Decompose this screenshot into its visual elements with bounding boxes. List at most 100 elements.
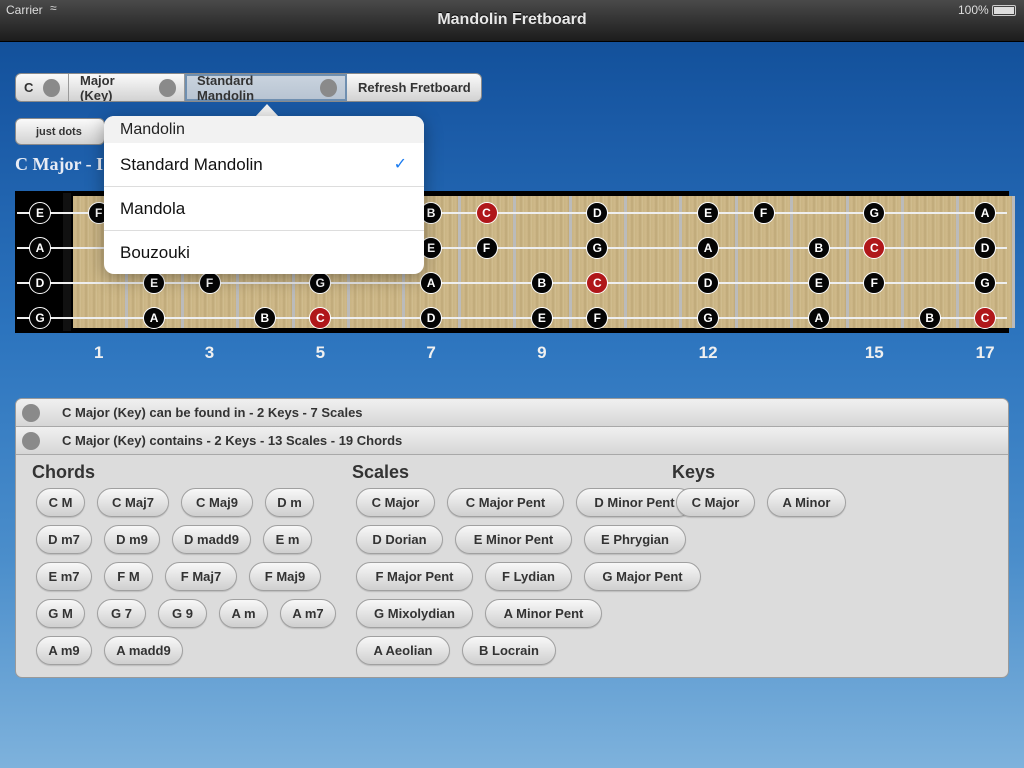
- chord-button[interactable]: G 7: [97, 599, 146, 628]
- scale-button[interactable]: G Major Pent: [584, 562, 701, 591]
- note-dot[interactable]: D: [974, 237, 997, 259]
- note-dot[interactable]: B: [918, 307, 941, 329]
- instrument-selector[interactable]: Standard Mandolin: [185, 74, 347, 101]
- popover-header: Mandolin: [104, 116, 424, 143]
- chord-button[interactable]: F Maj9: [249, 562, 321, 591]
- fretboard-heading: C Major - I: [15, 154, 104, 174]
- note-dot[interactable]: A: [807, 307, 830, 329]
- fret-cell: [627, 196, 680, 328]
- key-selector[interactable]: C: [16, 74, 69, 101]
- chord-button[interactable]: G 9: [158, 599, 207, 628]
- popover-item-label: Mandola: [120, 199, 186, 218]
- options-segmented-control: C Major (Key) Standard Mandolin Refresh …: [15, 73, 482, 102]
- scale-button[interactable]: D Dorian: [356, 525, 443, 554]
- mode-label: Major (Key): [80, 73, 115, 102]
- note-dot[interactable]: A: [974, 202, 997, 224]
- fret-wire: [1011, 196, 1015, 328]
- refresh-fretboard-button[interactable]: Refresh Fretboard: [347, 74, 481, 101]
- open-string-note[interactable]: D: [29, 272, 51, 294]
- info-panel: C Major (Key) can be found in - 2 Keys -…: [15, 398, 1009, 678]
- chord-button[interactable]: A m9: [36, 636, 92, 665]
- string-line: [17, 317, 1007, 319]
- chords-heading: Chords: [32, 462, 95, 482]
- key-toggle-icon: [43, 78, 60, 97]
- key-button[interactable]: A Minor: [767, 488, 846, 517]
- chord-button[interactable]: D madd9: [172, 525, 251, 554]
- chord-button[interactable]: F M: [104, 562, 153, 591]
- chord-button[interactable]: C Maj7: [97, 488, 169, 517]
- popover-item-mandola[interactable]: Mandola: [104, 187, 424, 231]
- note-dot[interactable]: A: [143, 307, 166, 329]
- contains-row[interactable]: C Major (Key) contains - 2 Keys - 13 Sca…: [16, 427, 1008, 455]
- chord-button[interactable]: A m: [219, 599, 268, 628]
- root-note-dot[interactable]: C: [974, 307, 997, 329]
- keys-heading: Keys: [672, 462, 716, 482]
- open-string-note[interactable]: E: [29, 202, 51, 224]
- scale-button[interactable]: B Locrain: [462, 636, 556, 665]
- scale-button[interactable]: A Minor Pent: [485, 599, 602, 628]
- chord-button[interactable]: E m7: [36, 562, 92, 591]
- scale-button[interactable]: C Major Pent: [447, 488, 564, 517]
- fret-number: 15: [864, 343, 884, 362]
- note-dot[interactable]: E: [530, 307, 553, 329]
- scales-column: Scales: [351, 462, 409, 489]
- scale-button[interactable]: F Major Pent: [356, 562, 473, 591]
- note-dot[interactable]: F: [752, 202, 775, 224]
- fret-number: 5: [315, 343, 326, 362]
- open-string-note[interactable]: G: [29, 307, 51, 329]
- note-dot[interactable]: F: [198, 272, 221, 294]
- instrument-popover: Mandolin Standard Mandolin ✓ Mandola Bou…: [104, 116, 424, 274]
- scale-button[interactable]: F Lydian: [485, 562, 572, 591]
- found-in-row[interactable]: C Major (Key) can be found in - 2 Keys -…: [16, 399, 1008, 427]
- checkmark-icon: ✓: [393, 156, 407, 173]
- expand-icon: [22, 403, 40, 422]
- note-dot[interactable]: F: [475, 237, 498, 259]
- note-dot[interactable]: A: [697, 237, 720, 259]
- scale-button[interactable]: A Aeolian: [356, 636, 450, 665]
- key-button[interactable]: C Major: [676, 488, 755, 517]
- root-note-dot[interactable]: C: [475, 202, 498, 224]
- chord-button[interactable]: A madd9: [104, 636, 183, 665]
- fret-number: 3: [204, 343, 215, 362]
- chord-button[interactable]: G M: [36, 599, 85, 628]
- popover-item-label: Bouzouki: [120, 243, 190, 262]
- popover-item-standard-mandolin[interactable]: Standard Mandolin ✓: [104, 143, 424, 187]
- note-dot[interactable]: B: [807, 237, 830, 259]
- note-dot[interactable]: E: [697, 202, 720, 224]
- open-string-note[interactable]: A: [29, 237, 51, 259]
- note-dot[interactable]: G: [697, 307, 720, 329]
- note-dot[interactable]: D: [420, 307, 443, 329]
- scale-button[interactable]: E Phrygian: [584, 525, 686, 554]
- chord-button[interactable]: D m7: [36, 525, 92, 554]
- note-dot[interactable]: B: [253, 307, 276, 329]
- chords-column: Chords: [31, 462, 95, 489]
- battery-icon: [992, 5, 1016, 16]
- just-dots-button[interactable]: just dots: [15, 118, 105, 145]
- contains-label: C Major (Key) contains - 2 Keys - 13 Sca…: [62, 433, 403, 448]
- note-dot[interactable]: E: [807, 272, 830, 294]
- note-dot[interactable]: B: [530, 272, 553, 294]
- chord-button[interactable]: D m9: [104, 525, 160, 554]
- mode-selector[interactable]: Major (Key): [69, 74, 185, 101]
- note-dot[interactable]: A: [420, 272, 443, 294]
- string-line: [17, 282, 1007, 284]
- instrument-label: Standard Mandolin: [197, 73, 255, 102]
- instrument-toggle-icon: [319, 78, 337, 97]
- note-dot[interactable]: G: [974, 272, 997, 294]
- mode-toggle-icon: [158, 78, 176, 97]
- chord-button[interactable]: A m7: [280, 599, 336, 628]
- chord-button[interactable]: C M: [36, 488, 85, 517]
- chord-button[interactable]: F Maj7: [165, 562, 237, 591]
- scales-heading: Scales: [352, 462, 410, 482]
- chord-button[interactable]: D m: [265, 488, 314, 517]
- scale-button[interactable]: E Minor Pent: [455, 525, 572, 554]
- chord-button[interactable]: E m: [263, 525, 312, 554]
- scale-button[interactable]: C Major: [356, 488, 435, 517]
- popover-item-bouzouki[interactable]: Bouzouki: [104, 231, 424, 274]
- found-in-label: C Major (Key) can be found in - 2 Keys -…: [62, 405, 363, 420]
- note-dot[interactable]: D: [697, 272, 720, 294]
- chord-button[interactable]: C Maj9: [181, 488, 253, 517]
- refresh-label: Refresh Fretboard: [358, 80, 471, 95]
- note-dot[interactable]: E: [143, 272, 166, 294]
- scale-button[interactable]: G Mixolydian: [356, 599, 473, 628]
